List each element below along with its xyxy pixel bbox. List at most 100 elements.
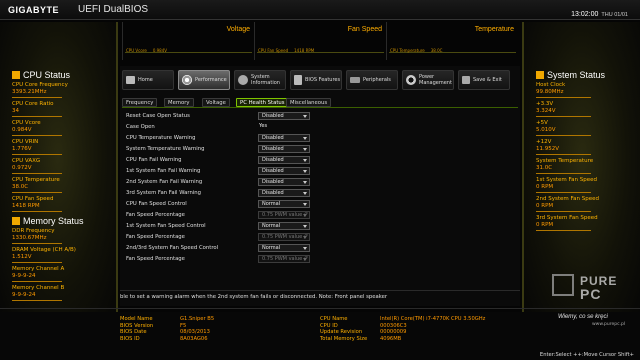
info-value: 08/03/2013 [180,329,210,336]
system-stat-value: 0 RPM [536,222,591,231]
cpu-stat: CPU VRIN 1.776V [12,139,70,155]
nav-bios-features[interactable]: BIOS Features [290,70,342,90]
setting-dropdown[interactable]: Disabled [258,145,310,153]
info-line: CPU Name Intel(R) Core(TM) i7-4770K CPU 3… [320,316,485,323]
setting-value-text: 0.75 PWM value /° [262,212,309,218]
memory-status: Memory Status DDR Frequency 1330.67MHz DRA… [12,216,84,304]
nav-peripherals[interactable]: Peripherals [346,70,398,90]
setting-value-text: Yes [259,123,268,129]
tab-voltage[interactable]: Voltage [202,98,230,107]
nav-system-info[interactable]: System Information [234,70,286,90]
setting-dropdown[interactable]: Disabled [258,189,310,197]
setting-dropdown[interactable]: Disabled [258,178,310,186]
setting-label: Fan Speed Percentage [126,234,185,240]
info-value: 4096MB [380,335,402,342]
setting-dropdown[interactable]: Disabled [258,112,310,120]
info-value: G1.Sniper B5 [180,316,215,322]
setting-label: 3rd System Fan Fail Warning [126,190,201,196]
setting-label: Fan Speed Percentage [126,256,185,262]
system-status-title: System Status [536,70,632,80]
tab-memory[interactable]: Memory [164,98,194,107]
chevron-down-icon [303,236,307,239]
setting-dropdown[interactable]: Disabled [258,134,310,142]
setting-row: CPU Fan Speed Control Normal [124,199,516,210]
nav-performance[interactable]: Performance [178,70,230,90]
watermark-tagline: Wiemy, co se kręci [558,314,608,320]
system-stat: +12V 11.952V [536,139,632,155]
main-panel: Home Performance System Information BIOS Fe… [120,66,520,306]
setting-value-text: Disabled [262,157,284,163]
setting-row: 2nd/3rd System Fan Speed Control Normal [124,243,516,254]
chevron-down-icon [303,203,307,206]
nav-label: Performance [195,77,227,83]
memory-stat-value: 9-9-9-24 [12,273,62,282]
clock-date: THU 01/01 [601,12,628,18]
info-line: Model Name G1.Sniper B5 [120,316,214,323]
left-status-panel: CPU Status CPU Core Frequency 3393.21MHz C… [0,22,118,322]
chevron-down-icon [303,170,307,173]
memory-stat-label: DRAM Voltage (CH A/B) [12,247,76,253]
memory-stat: Memory Channel A 9-9-9-24 [12,266,84,282]
setting-dropdown[interactable]: Normal [258,222,310,230]
setting-label: CPU Fan Fail Warning [126,157,182,163]
cpu-stat-value: 38.0C [12,184,62,193]
setting-row: System Temperature Warning Disabled [124,144,516,155]
chevron-down-icon [303,258,307,261]
cpu-stat-label: CPU Temperature [12,177,60,183]
settings-list: Reset Case Open Status Disabled Case Open Y… [124,111,516,265]
purepc-logo-icon [552,274,574,296]
setting-row: CPU Fan Fail Warning Disabled [124,155,516,166]
nav-label: BIOS Features [305,77,341,83]
setting-value-text: Normal [262,245,281,251]
setting-dropdown[interactable]: Normal [258,200,310,208]
setting-label: 1st System Fan Speed Control [126,223,206,229]
cpu-stat: CPU Temperature 38.0C [12,177,70,193]
cpu-stat-value: 3393.21MHz [12,89,62,98]
fan-speed-graph-caption: CPU Fan Speed 1418 RPM [258,48,315,53]
cpu-stat-label: CPU Core Frequency [12,82,68,88]
bios-info: Model Name G1.Sniper B5 BIOS Version F5 BIOS… [120,316,214,342]
voltage-graph-title: Voltage [226,26,250,33]
info-key: BIOS Date [120,329,147,336]
memory-stat-value: 9-9-9-24 [12,292,62,301]
info-value: 8A03AG06 [180,335,208,342]
cpu-stat-label: CPU Core Ratio [12,101,54,107]
info-value: 000306C3 [380,322,407,329]
status-square-icon [536,71,544,79]
info-key: Update Revision [320,329,363,336]
tab-frequency[interactable]: Frequency [122,98,158,107]
nav-save-exit[interactable]: Save & Exit [458,70,510,90]
system-stat-label: +12V [536,139,552,145]
divider [0,308,640,309]
power-icon [406,75,416,85]
system-stat-label: 3rd System Fan Speed [536,215,598,221]
nav-home[interactable]: Home [122,70,174,90]
setting-value-text: Normal [262,201,281,207]
watermark-url: www.purepc.pl [592,322,626,327]
system-stat-value: 31.0C [536,165,591,174]
tab-pc-health-status[interactable]: PC Health Status [236,98,289,107]
system-stat-label: System Temperature [536,158,594,164]
setting-dropdown[interactable]: Disabled [258,167,310,175]
voltage-graph: Voltage CPU Vcore 0.984V [122,22,254,60]
main-nav: Home Performance System Information BIOS Fe… [122,70,518,92]
info-line: BIOS ID 8A03AG06 [120,336,214,343]
setting-dropdown[interactable]: Disabled [258,156,310,164]
cpu-stat-label: CPU VRIN [12,139,39,145]
setting-row: Fan Speed Percentage 0.75 PWM value /° [124,210,516,221]
system-stat-value: 11.952V [536,146,591,155]
tab-miscellaneous[interactable]: Miscellaneous [286,98,332,107]
setting-row: Fan Speed Percentage 0.75 PWM value /° [124,232,516,243]
chevron-down-icon [303,148,307,151]
setting-label: 2nd System Fan Fail Warning [126,179,203,185]
nav-power[interactable]: Power Management [402,70,454,90]
setting-row: Fan Speed Percentage 0.75 PWM value /° [124,254,516,265]
memory-stat-value: 1330.67MHz [12,235,62,244]
setting-row: Case Open Yes [124,122,516,133]
cpu-stat-label: CPU Vcore [12,120,41,126]
setting-row: 3rd System Fan Fail Warning Disabled [124,188,516,199]
setting-dropdown[interactable]: Normal [258,244,310,252]
sub-tabs: Frequency Memory Voltage PC Health Status Mi… [122,98,518,107]
gigabyte-logo: GIGABYTE [8,5,60,15]
system-info-icon [238,75,248,85]
